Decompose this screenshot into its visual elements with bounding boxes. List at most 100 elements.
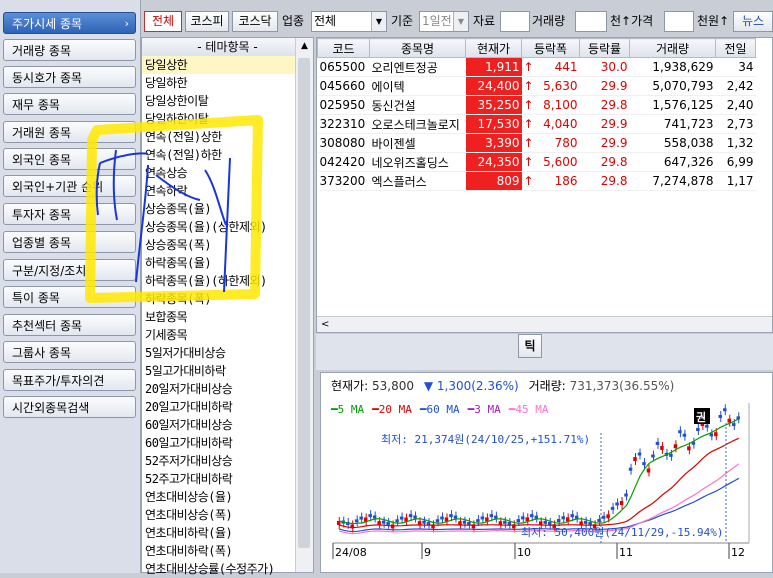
menu-item-3[interactable]: 재무 종목 [3,93,136,115]
candle [705,424,709,428]
column-header[interactable]: 코드 [317,38,370,58]
x-tick-label: 9 [424,546,431,559]
theme-item[interactable]: 연속(전일)하한 [142,146,297,164]
theme-item[interactable]: 당일하한 [142,74,297,92]
menu-item-0[interactable]: 주가시세 종목 › [3,12,136,34]
column-header[interactable]: 등락률 [579,38,630,58]
candle [422,520,426,524]
cell-prev: 2,73 [715,114,756,134]
theme-item[interactable]: 연초대비하락(율) [142,524,297,542]
theme-item[interactable]: 연속상승 [142,164,297,182]
theme-item[interactable]: 연초대비상승률(수정주가) [142,560,297,578]
table-row[interactable]: 025950 동신건설 35,250 ↑ 8,100 29.8 1,576,125 2,40 [317,95,756,115]
theme-item[interactable]: 기세종목 [142,326,297,344]
volume-input[interactable] [575,11,607,32]
cell-rate: 29.8 [579,95,630,115]
sector-select[interactable]: 전체 ▼ [311,11,387,32]
table-row[interactable]: 045660 에이텍 24,400 ↑ 5,630 29.9 5,070,793 2,42 [317,76,756,96]
theme-item[interactable]: 당일상한이탈 [142,92,297,110]
cell-prev: 6,99 [715,152,756,172]
menu-item-8[interactable]: 업종별 종목 [3,231,136,253]
table-row[interactable]: 042420 네오위즈홀딩스 24,350 ↑ 5,600 29.8 647,326 6,99 [317,152,756,172]
menu-item-5[interactable]: 외국인 종목 [3,148,136,170]
table-row[interactable]: 308080 바이젠셀 3,390 ↑ 780 29.9 558,038 1,32 [317,133,756,153]
theme-item[interactable]: 연초대비하락(폭) [142,542,297,560]
scroll-left-icon[interactable]: < [321,319,329,330]
cell-name: 네오위즈홀딩스 [369,152,466,172]
table-hscrollbar[interactable]: < [317,316,772,332]
theme-scrollbar[interactable]: ▲ [295,38,313,572]
cell-volume: 7,274,878 [629,171,716,191]
theme-item[interactable]: 5일고가대비하락 [142,362,297,380]
candle [624,493,628,497]
candle [606,514,610,519]
cell-rate: 29.9 [579,114,630,134]
menu-item-10[interactable]: 특이 종목 [3,286,136,308]
theme-item[interactable]: 상승종목(율) [142,200,297,218]
table-row[interactable]: 065500 오리엔트정공 1,911 ↑ 441 30.0 1,938,629 34 [317,57,756,77]
tick-button[interactable]: 틱 [518,334,542,358]
column-header[interactable]: 전일 [715,38,756,58]
table-row[interactable]: 373200 엑스플러스 809 ↑ 186 29.8 7,274,878 1,17 [317,171,756,191]
column-header[interactable]: 종목명 [369,38,466,58]
candle [399,516,404,520]
left-menu: 주가시세 종목 › 거래량 종목동시호가 종목재무 종목거래원 종목외국인 종목외국… [0,0,141,573]
theme-item[interactable]: 60일저가대비상승 [142,416,297,434]
menu-item-13[interactable]: 목표주가/투자의견 [3,369,136,391]
basis-select-value: 1일전 [422,14,452,28]
candle [381,520,386,524]
theme-item[interactable]: 연속(전일)상한 [142,128,297,146]
menu-item-12[interactable]: 그룹사 종목 [3,341,136,363]
x-tick-label: 12 [731,546,745,559]
table-row[interactable]: 322310 오로스테크놀로지 17,530 ↑ 4,040 29.9 741,723 2,7… [317,114,756,134]
cell-price: 3,390 [465,133,522,153]
column-header[interactable]: 거래량 [629,38,716,58]
theme-item[interactable]: 20일저가대비상승 [142,380,297,398]
cell-change: 5,600 [535,152,580,172]
news-button[interactable]: 뉴스 [733,11,773,32]
theme-item[interactable]: 당일상한 [142,56,297,74]
theme-item[interactable]: 당일하한이탈 [142,110,297,128]
cell-price: 24,400 [465,76,522,96]
price-input[interactable] [664,11,694,32]
market-kospi-button[interactable]: 코스피 [185,11,229,32]
menu-item-9[interactable]: 구분/지정/조치 [3,259,136,281]
theme-item[interactable]: 20일고가대비하락 [142,398,297,416]
chart-legend: ━5 MA ━20 MA ━60 MA ━3 MA ━45 MA [331,403,557,416]
cell-change: 780 [535,133,580,153]
stock-chart[interactable]: 최저: 21,374원(24/10/25,+151.71%) 최저: 50,400… [320,372,773,573]
menu-item-11[interactable]: 추천섹터 종목 [3,314,136,336]
market-kosdaq-button[interactable]: 코스닥 [232,11,278,32]
theme-item[interactable]: 보합종목 [142,308,297,326]
candle [709,433,714,437]
scroll-up-icon[interactable]: ▲ [296,38,313,54]
candle [556,519,561,523]
market-all-button[interactable]: 전체 [144,11,182,32]
theme-item[interactable]: 60일고가대비하락 [142,434,297,452]
theme-item[interactable]: 연초대비상승(율) [142,488,297,506]
menu-item-7[interactable]: 투자자 종목 [3,203,136,225]
theme-item[interactable]: 하락종목(폭) [142,290,297,308]
theme-item[interactable]: 연초대비상승(폭) [142,506,297,524]
theme-item[interactable]: 하락종목(율)(하한제외) [142,272,297,290]
theme-item[interactable]: 52주저가대비상승 [142,452,297,470]
column-header[interactable]: 현재가 [465,38,522,58]
menu-item-1[interactable]: 거래량 종목 [3,39,136,61]
scroll-thumb[interactable] [298,58,310,548]
menu-item-label: 그룹사 종목 [12,346,72,360]
theme-item[interactable]: 하락종목(율) [142,254,297,272]
capital-input[interactable] [500,11,530,32]
menu-item-2[interactable]: 동시호가 종목 [3,66,136,88]
capital-label: 자료 [473,14,496,28]
theme-item[interactable]: 52주고가대비하락 [142,470,297,488]
column-header[interactable]: 등락폭 [521,38,580,58]
theme-item[interactable]: 상승종목(폭) [142,236,297,254]
theme-item[interactable]: 5일저가대비상승 [142,344,297,362]
menu-item-label: 특이 종목 [12,291,60,305]
basis-select[interactable]: 1일전 ▼ [419,11,469,32]
menu-item-4[interactable]: 거래원 종목 [3,121,136,143]
theme-item[interactable]: 연속하락 [142,182,297,200]
theme-item[interactable]: 상승종목(율)(상한제외) [142,218,297,236]
menu-item-6[interactable]: 외국인+기관 순위 [3,175,136,197]
menu-item-14[interactable]: 시간외종목검색 [3,396,136,418]
